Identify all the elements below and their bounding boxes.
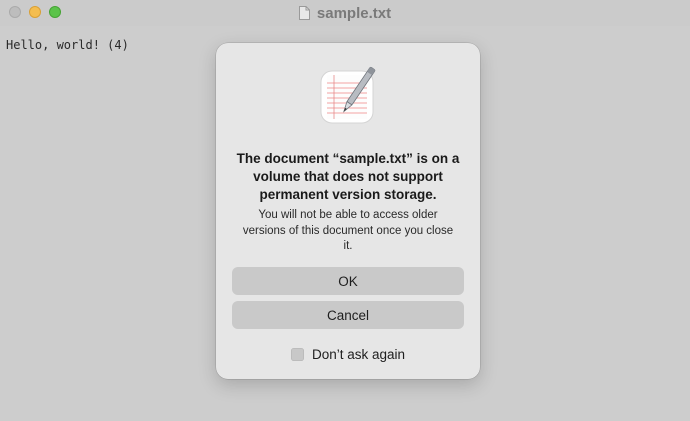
dont-ask-again-option[interactable]: Don’t ask again (216, 345, 480, 363)
cancel-button[interactable]: Cancel (232, 301, 464, 329)
document-icon (298, 6, 310, 20)
dont-ask-again-checkbox[interactable] (290, 347, 304, 361)
window-title: sample.txt (316, 4, 392, 22)
version-storage-alert: The document “sample.txt” is on a volume… (216, 43, 480, 379)
ok-button[interactable]: OK (232, 267, 464, 295)
textedit-app-icon (320, 66, 376, 124)
window-title-group: sample.txt (0, 0, 690, 26)
alert-title: The document “sample.txt” is on a volume… (236, 151, 460, 202)
document-content[interactable]: Hello, world! (4) (6, 38, 129, 52)
window-titlebar: sample.txt (0, 0, 690, 26)
alert-message: You will not be able to access older ver… (242, 209, 454, 252)
dont-ask-again-label[interactable]: Don’t ask again (312, 347, 405, 362)
